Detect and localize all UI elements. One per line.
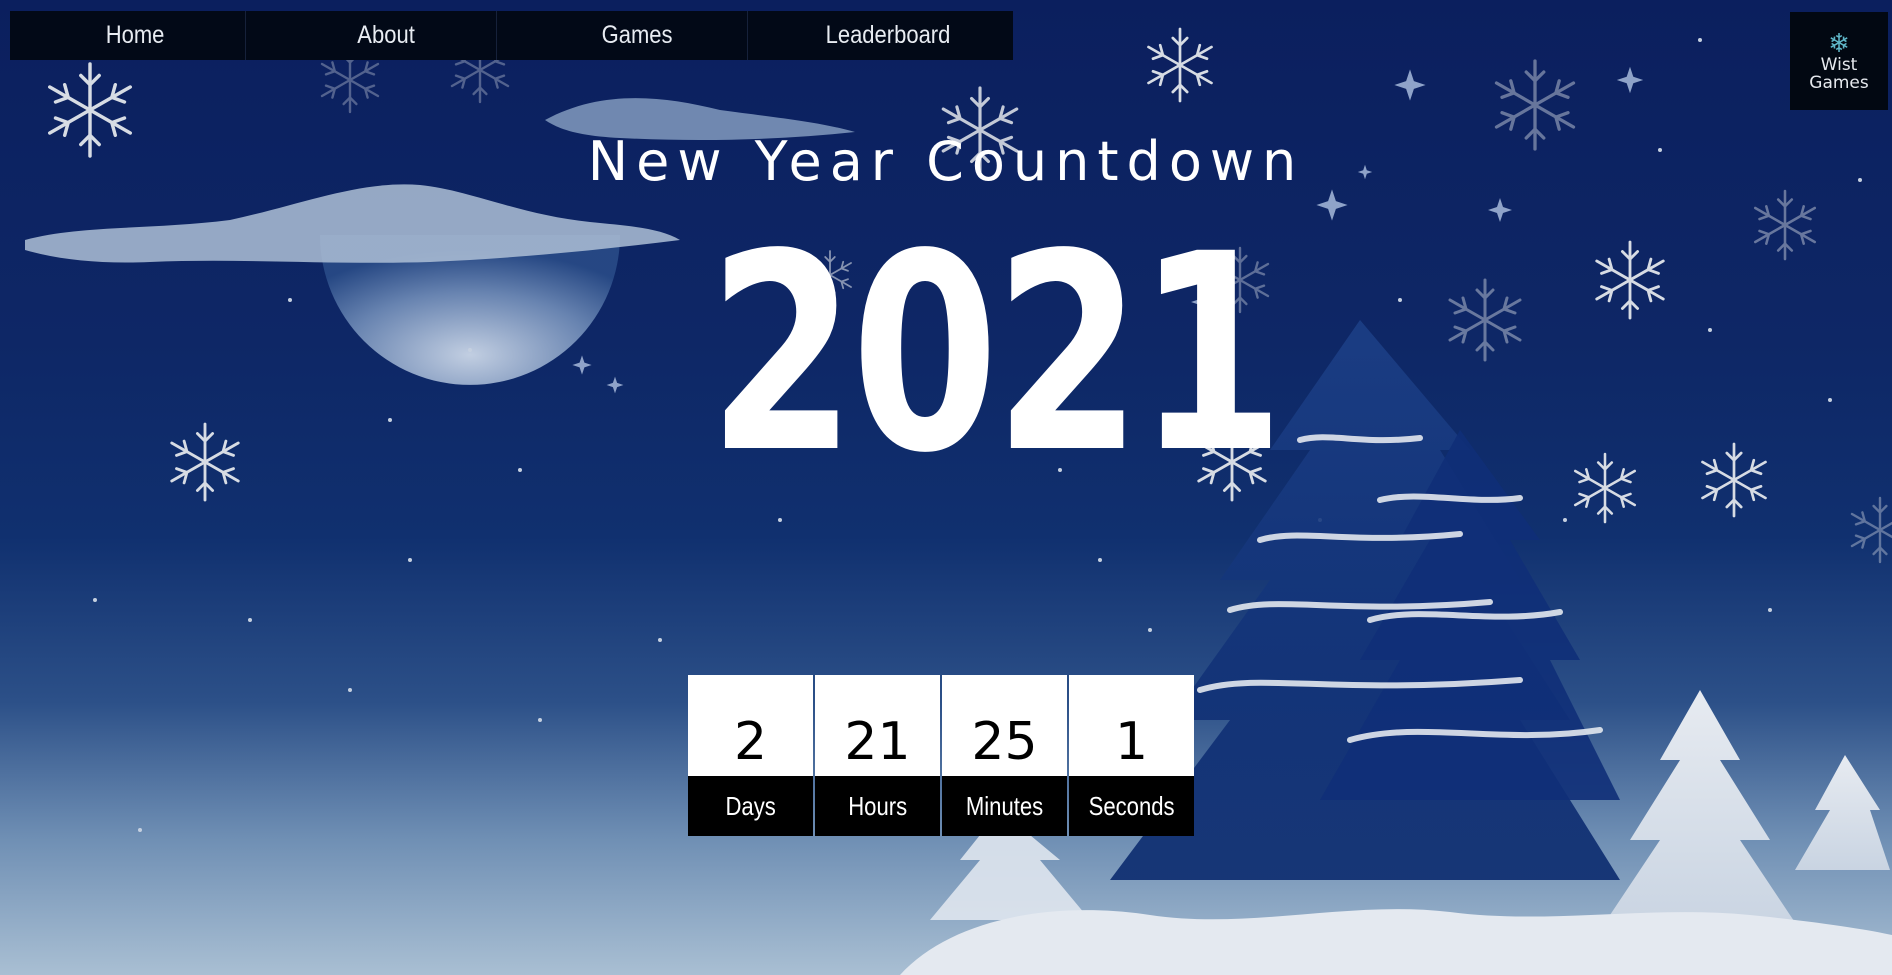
countdown-unit: Hours <box>815 776 940 836</box>
countdown-unit: Seconds <box>1069 776 1194 836</box>
snowflake-icon: ❄ <box>1828 28 1850 58</box>
countdown-value: 1 <box>1069 675 1194 776</box>
countdown-days: 2 Days <box>688 675 813 836</box>
countdown-unit-text: Seconds <box>1088 790 1175 821</box>
countdown-unit-text: Days <box>725 790 776 821</box>
nav-leaderboard-link[interactable]: Leaderboard <box>778 11 998 60</box>
nav-about-link[interactable]: About <box>276 11 497 60</box>
countdown-unit-text: Hours <box>848 790 907 821</box>
countdown-value: 2 <box>688 675 813 776</box>
main-nav: Home About Games Leaderboard <box>10 11 1013 60</box>
countdown-minutes: 25 Minutes <box>942 675 1067 836</box>
countdown-timer: 2 Days 21 Hours 25 Minutes 1 Seconds <box>688 675 1194 836</box>
target-year: 2021 <box>708 197 1284 513</box>
countdown-unit: Days <box>688 776 813 836</box>
countdown-seconds: 1 Seconds <box>1069 675 1194 836</box>
nav-home-link[interactable]: Home <box>25 11 246 60</box>
brand-logo[interactable]: ❄ Wist Games <box>1790 12 1888 110</box>
page-title: New Year Countdown <box>587 130 1305 193</box>
brand-logo-text: Wist Games <box>1809 55 1869 93</box>
countdown-value: 25 <box>942 675 1067 776</box>
countdown-value: 21 <box>815 675 940 776</box>
nav-games-link[interactable]: Games <box>527 11 748 60</box>
countdown-unit-text: Minutes <box>965 790 1044 821</box>
countdown-unit: Minutes <box>942 776 1067 836</box>
countdown-hours: 21 Hours <box>815 675 940 836</box>
